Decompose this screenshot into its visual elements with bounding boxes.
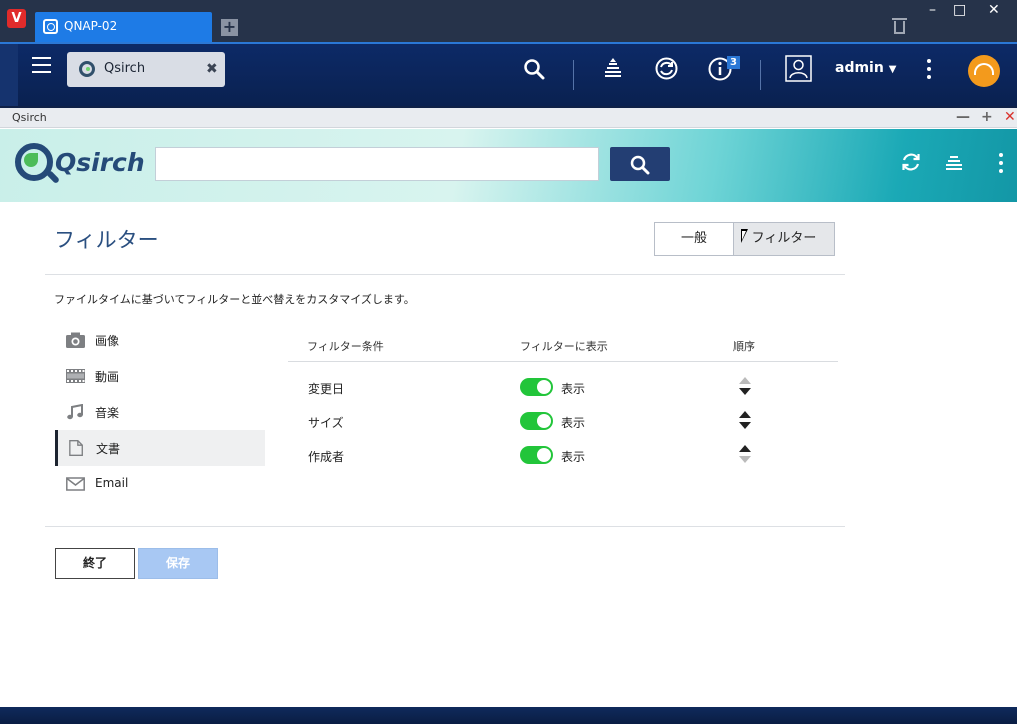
sidebar-item-email[interactable]: Email bbox=[55, 466, 265, 502]
refresh-icon[interactable] bbox=[900, 151, 922, 173]
app-tab-label: Qsirch bbox=[104, 61, 146, 76]
vivaldi-logo-icon[interactable]: V bbox=[7, 9, 26, 28]
segment-general[interactable]: 一般 bbox=[655, 223, 734, 255]
browser-tab-title: QNAP-02 bbox=[64, 19, 118, 33]
resource-monitor-icon[interactable] bbox=[968, 55, 1000, 87]
nav-separator bbox=[573, 60, 574, 90]
table-row: サイズ 表示 bbox=[288, 407, 838, 441]
qnap-favicon-icon bbox=[43, 19, 58, 34]
sort-order-control[interactable] bbox=[739, 411, 751, 431]
move-down-arrow-icon bbox=[739, 456, 751, 463]
more-options-icon[interactable] bbox=[927, 59, 931, 79]
filter-condition-name: 変更日 bbox=[308, 382, 345, 396]
close-app-tab-icon[interactable]: ✖ bbox=[206, 61, 218, 77]
sidebar-item-image[interactable]: 画像 bbox=[55, 322, 265, 358]
mouse-cursor-icon bbox=[741, 229, 755, 243]
hamburger-menu-icon[interactable] bbox=[32, 57, 51, 73]
sidebar-item-document[interactable]: 文書 bbox=[55, 430, 265, 466]
chevron-down-icon: ▼ bbox=[888, 64, 897, 75]
maximize-window-button[interactable]: □ bbox=[953, 2, 966, 18]
page-description: ファイルタイムに基づいてフィルターと並べ替えをカスタマイズします。 bbox=[54, 293, 415, 306]
app-window-titlebar: Qsirch — + ✕ bbox=[0, 108, 1017, 128]
toggle-label: 表示 bbox=[561, 416, 586, 430]
search-button[interactable] bbox=[610, 147, 670, 181]
move-down-arrow-icon[interactable] bbox=[739, 388, 751, 395]
new-tab-button[interactable]: + bbox=[221, 19, 238, 36]
show-in-filter-toggle[interactable] bbox=[520, 446, 553, 464]
filter-condition-name: サイズ bbox=[308, 416, 344, 430]
music-note-icon bbox=[67, 404, 83, 420]
column-header-order: 順序 bbox=[733, 340, 755, 353]
maximize-app-button[interactable]: + bbox=[981, 109, 993, 125]
move-up-arrow-icon[interactable] bbox=[739, 411, 751, 418]
trash-icon[interactable] bbox=[892, 18, 907, 34]
move-up-arrow-icon[interactable] bbox=[739, 445, 751, 452]
notification-count-badge: 3 bbox=[727, 56, 740, 69]
task-stack-icon[interactable] bbox=[601, 56, 625, 80]
sidebar-item-music[interactable]: 音楽 bbox=[55, 394, 265, 430]
qsirch-app-window: Qsirch — + ✕ Qsirch フィルター 一般 フィルター ファイルタ… bbox=[0, 108, 1017, 707]
column-header-show-in-filter: フィルターに表示 bbox=[520, 340, 608, 353]
table-row: 変更日 表示 bbox=[288, 373, 838, 407]
task-stack-icon[interactable] bbox=[943, 150, 965, 172]
nav-left-strip bbox=[0, 44, 18, 106]
qsirch-app-icon bbox=[79, 61, 95, 77]
sidebar-item-label: 音楽 bbox=[95, 406, 120, 420]
browser-tab[interactable]: QNAP-02 bbox=[35, 12, 212, 42]
sidebar-item-video[interactable]: 動画 bbox=[55, 358, 265, 394]
save-button[interactable]: 保存 bbox=[138, 548, 218, 579]
more-options-icon[interactable] bbox=[999, 153, 1003, 175]
page-title: フィルター bbox=[54, 228, 159, 252]
column-header-filter-condition: フィルター条件 bbox=[307, 340, 384, 353]
qsirch-logo-text: Qsirch bbox=[55, 148, 145, 177]
show-in-filter-toggle[interactable] bbox=[520, 378, 553, 396]
filter-condition-name: 作成者 bbox=[308, 450, 345, 464]
mail-icon bbox=[66, 477, 85, 491]
search-icon bbox=[630, 155, 650, 175]
qts-top-nav: Qsirch ✖ 3 admin ▼ bbox=[0, 42, 1017, 106]
document-icon bbox=[69, 440, 83, 456]
user-icon[interactable] bbox=[785, 55, 812, 82]
file-type-sidebar: 画像 動画 音楽 文書 Email bbox=[55, 322, 265, 502]
user-menu[interactable]: admin ▼ bbox=[835, 60, 896, 76]
minimize-window-button[interactable]: – bbox=[929, 2, 936, 18]
sync-icon[interactable] bbox=[654, 56, 679, 81]
username-label: admin bbox=[835, 60, 884, 76]
qsirch-header: Qsirch bbox=[0, 129, 1017, 202]
divider bbox=[45, 526, 845, 527]
app-tab-qsirch[interactable]: Qsirch ✖ bbox=[67, 52, 225, 87]
film-icon bbox=[66, 369, 85, 383]
close-app-button[interactable]: ✕ bbox=[1004, 109, 1016, 125]
app-window-title: Qsirch bbox=[12, 111, 47, 124]
search-input[interactable] bbox=[155, 147, 599, 181]
show-in-filter-toggle[interactable] bbox=[520, 412, 553, 430]
table-row: 作成者 表示 bbox=[288, 441, 838, 475]
divider bbox=[45, 274, 845, 275]
close-window-button[interactable]: ✕ bbox=[988, 2, 1000, 18]
move-up-arrow-icon bbox=[739, 377, 751, 384]
browser-tab-bar: V QNAP-02 + – □ ✕ bbox=[0, 0, 1017, 42]
sort-order-control[interactable] bbox=[739, 445, 751, 465]
table-header-divider bbox=[288, 361, 838, 362]
camera-icon bbox=[66, 332, 85, 348]
close-settings-button[interactable]: 終了 bbox=[55, 548, 135, 579]
sidebar-item-label: 文書 bbox=[96, 442, 121, 456]
search-icon[interactable] bbox=[523, 58, 545, 80]
nav-separator bbox=[760, 60, 761, 90]
sidebar-item-label: 画像 bbox=[95, 334, 120, 348]
move-down-arrow-icon[interactable] bbox=[739, 422, 751, 429]
sort-order-control[interactable] bbox=[739, 377, 751, 397]
toggle-label: 表示 bbox=[561, 450, 586, 464]
toggle-label: 表示 bbox=[561, 382, 586, 396]
sidebar-item-label: Email bbox=[95, 476, 129, 490]
desktop-taskbar-strip bbox=[0, 707, 1017, 724]
sidebar-item-label: 動画 bbox=[95, 370, 120, 384]
minimize-app-button[interactable]: — bbox=[956, 109, 970, 125]
